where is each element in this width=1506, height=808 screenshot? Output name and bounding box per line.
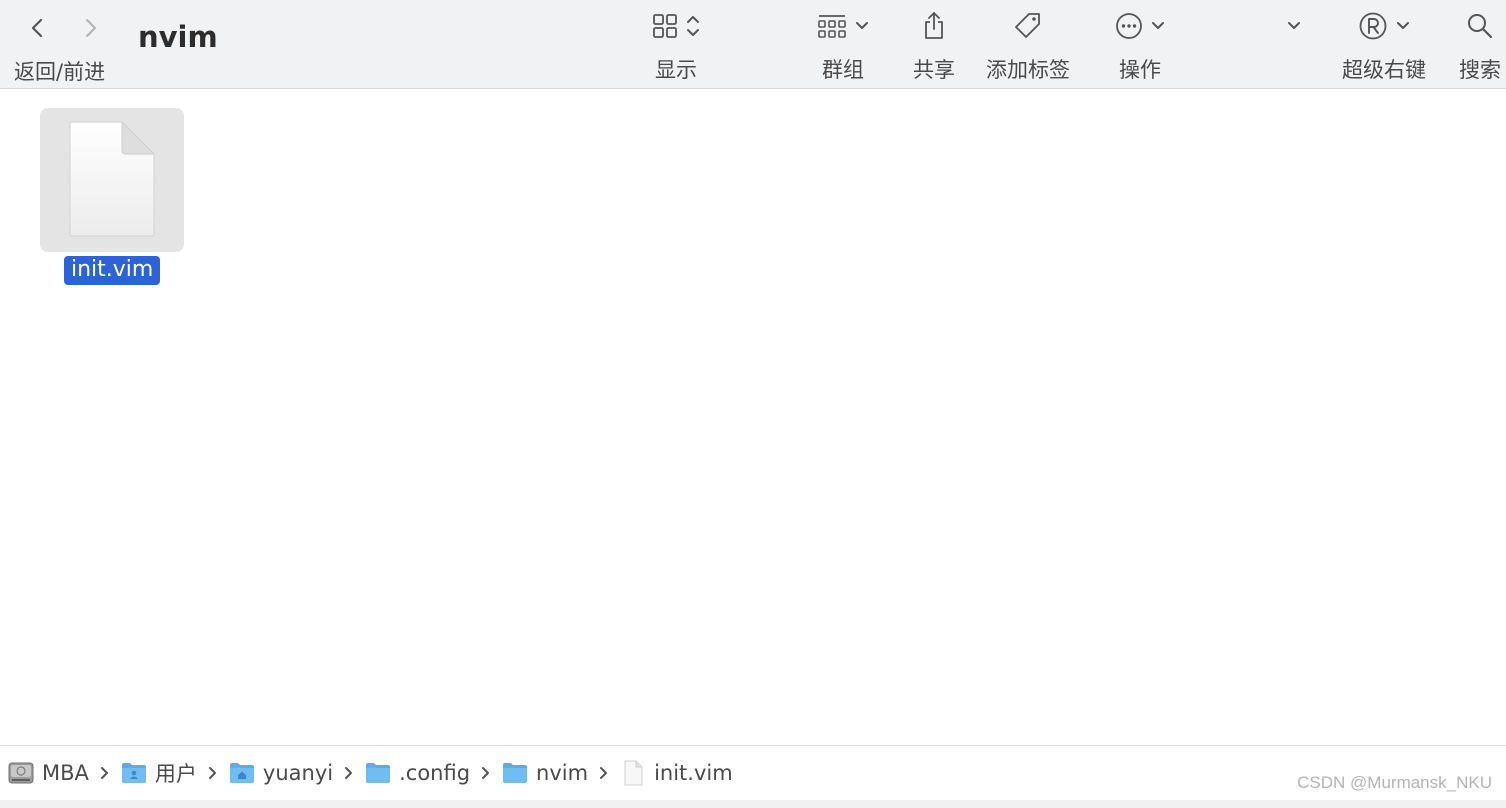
grid-icon [653, 14, 677, 38]
file-thumbnail[interactable] [40, 108, 184, 252]
tag-icon [1015, 13, 1040, 38]
back-button[interactable] [20, 10, 56, 46]
users-folder-icon [121, 760, 147, 786]
folder-icon [365, 760, 391, 786]
chevron-right-icon [337, 766, 361, 780]
watermark: CSDN @Murmansk_NKU [1297, 773, 1492, 792]
chevron-right-icon [474, 766, 498, 780]
share-label: 共享 [913, 58, 955, 82]
chevron-right-icon [85, 18, 97, 38]
window-title: nvim [138, 20, 218, 54]
share-button[interactable] [922, 6, 946, 46]
view-button[interactable] [652, 6, 700, 46]
chevron-right-icon [592, 766, 616, 780]
breadcrumb: MBA 用户 yuanyi .config nvim init.vim [8, 759, 733, 787]
action-label: 操作 [1119, 58, 1161, 82]
path-item-config[interactable]: .config [365, 760, 470, 786]
more-button[interactable] [1287, 6, 1301, 46]
nav-label: 返回/前进 [14, 60, 106, 84]
up-down-chevron-icon [687, 16, 699, 36]
ellipsis-circle-icon [1116, 13, 1142, 39]
superkey-button[interactable] [1358, 6, 1410, 46]
window-bottom-edge [0, 800, 1506, 808]
tags-label: 添加标签 [986, 58, 1070, 82]
home-folder-icon [229, 760, 255, 786]
superkey-tool: 超级右键 [1336, 6, 1432, 86]
forward-button[interactable] [72, 10, 108, 46]
file-name-label[interactable]: init.vim [64, 256, 161, 285]
chevron-down-icon [1288, 22, 1300, 29]
path-item-label: yuanyi [262, 761, 334, 785]
view-tool: 显示 [645, 6, 707, 86]
hard-drive-icon [8, 760, 34, 786]
group-tool: 群组 [812, 6, 874, 86]
path-item-users[interactable]: 用户 [121, 758, 197, 788]
path-item-label: nvim [536, 761, 589, 785]
path-item-label: .config [399, 761, 471, 785]
nav-group: 返回/前进 [10, 6, 120, 86]
superkey-label: 超级右键 [1342, 58, 1426, 82]
registered-icon [1359, 12, 1387, 40]
chevron-down-icon [1152, 22, 1164, 29]
path-item-label: MBA [42, 761, 89, 785]
group-grid-icon [818, 15, 846, 38]
share-tool: 共享 [905, 6, 963, 86]
path-item-init-vim[interactable]: init.vim [620, 760, 733, 786]
path-item-label: init.vim [654, 761, 733, 785]
chevron-down-icon [856, 22, 868, 29]
document-icon [620, 760, 646, 786]
folder-icon [502, 760, 528, 786]
path-item-nvim[interactable]: nvim [502, 760, 588, 786]
action-button[interactable] [1115, 6, 1165, 46]
search-tool: 搜索 [1455, 6, 1505, 86]
chevron-left-icon [31, 18, 43, 38]
document-icon [69, 120, 156, 237]
group-button[interactable] [817, 6, 869, 46]
tags-tool: 添加标签 [978, 6, 1078, 86]
magnifier-icon [1468, 14, 1493, 39]
path-item-yuanyi[interactable]: yuanyi [229, 760, 333, 786]
file-browser-content[interactable]: init.vim [0, 89, 1506, 745]
group-label: 群组 [822, 58, 864, 82]
view-label: 显示 [655, 58, 697, 82]
more-tool [1278, 6, 1310, 86]
chevron-right-icon [201, 766, 225, 780]
path-bar: MBA 用户 yuanyi .config nvim init.vim CSDN… [0, 745, 1506, 801]
toolbar: 返回/前进 nvim 显示 群组 共享 添加标签 操作 超级右键 搜索 [0, 0, 1506, 89]
chevron-right-icon [93, 766, 117, 780]
share-icon [925, 12, 943, 39]
path-item-mba[interactable]: MBA [8, 760, 89, 786]
search-label: 搜索 [1459, 58, 1501, 82]
file-item[interactable]: init.vim [40, 108, 184, 285]
action-tool: 操作 [1110, 6, 1170, 86]
chevron-down-icon [1397, 22, 1409, 29]
path-item-label: 用户 [154, 762, 197, 786]
search-button[interactable] [1466, 6, 1494, 46]
tags-button[interactable] [1013, 6, 1043, 46]
